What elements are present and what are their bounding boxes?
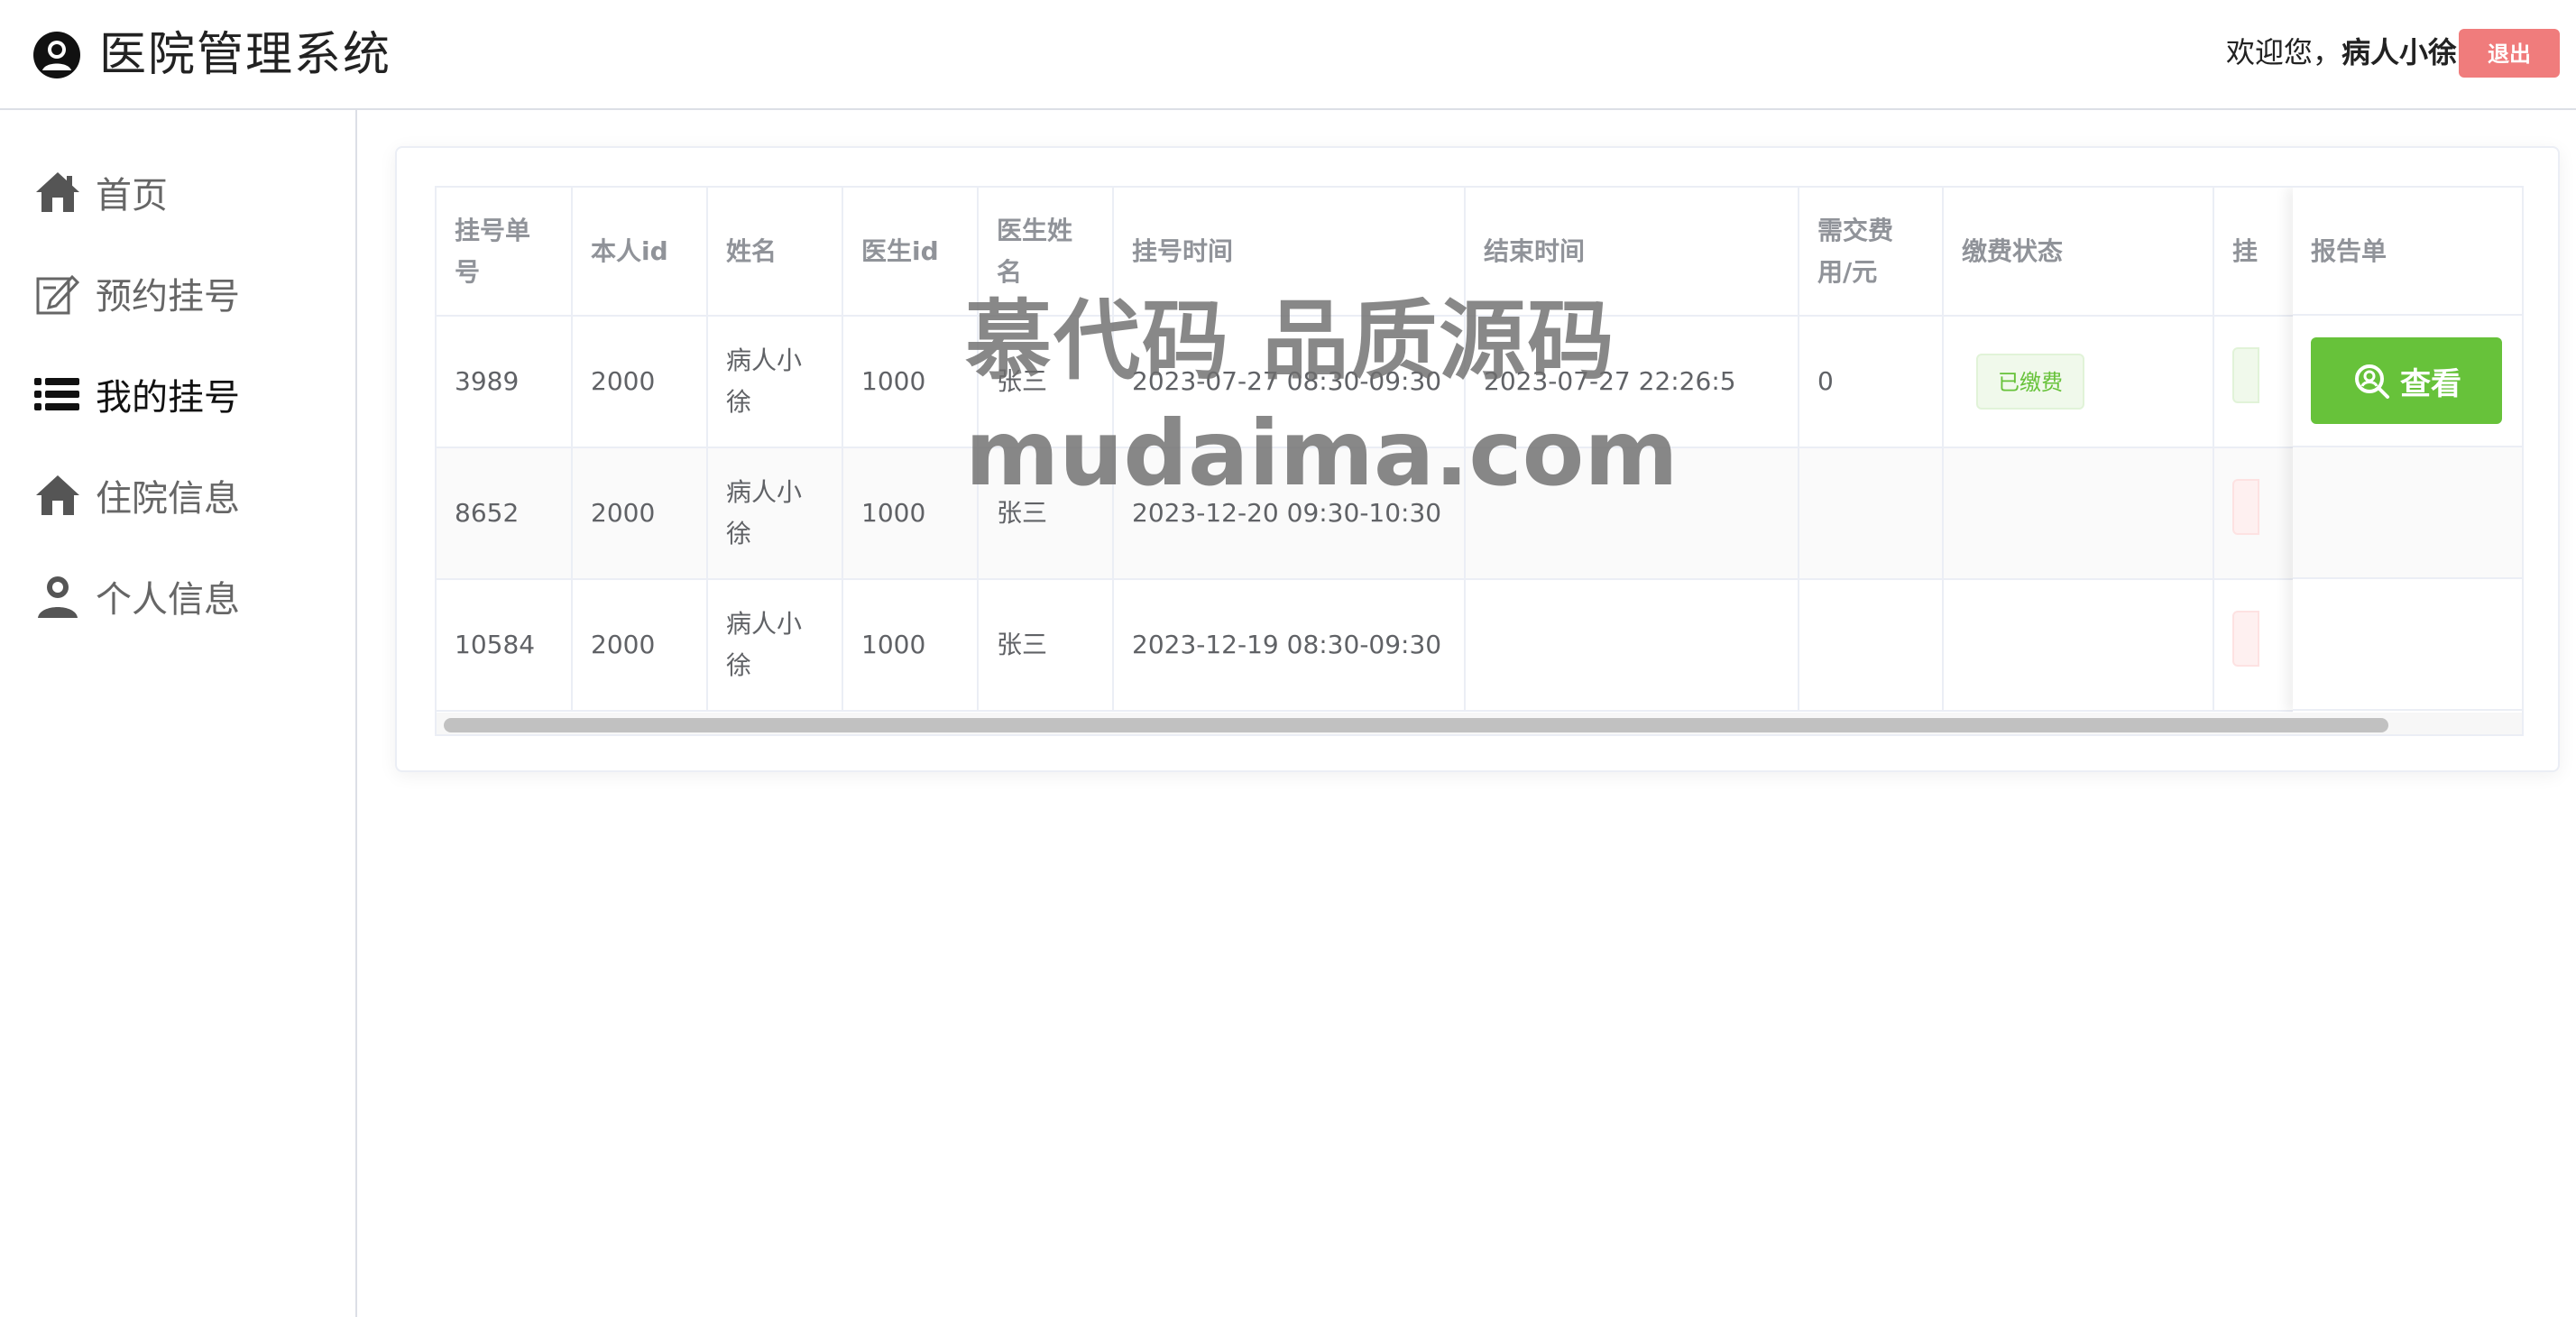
cell-fee [1799, 447, 1944, 580]
column-header: 缴费状态 [1943, 188, 2214, 317]
cell-reg-time: 2023-12-19 08:30-09:30 [1113, 579, 1466, 712]
sidebar: 首页 预约挂号 我的挂号 住院信息 个人信息 [0, 110, 357, 1317]
cell-doctor-name: 张三 [978, 447, 1114, 580]
search-doctor-icon [2355, 364, 2389, 399]
cell-name: 病人小徐 [707, 447, 843, 580]
cell-self-id: 2000 [572, 579, 708, 712]
cell-self-id: 2000 [572, 447, 708, 580]
sidebar-item-label: 预约挂号 [96, 276, 240, 318]
cell-name: 病人小徐 [707, 316, 843, 448]
cell-self-id: 2000 [572, 316, 708, 448]
cell-end-time [1465, 447, 1799, 580]
logout-button[interactable]: 退出 [2459, 29, 2560, 78]
cell-name: 病人小徐 [707, 579, 843, 712]
cell-end-time: 2023-07-27 22:26:5 [1465, 316, 1799, 448]
sidebar-item-appointment[interactable]: 预约挂号 [32, 262, 240, 325]
house-icon [36, 475, 79, 515]
welcome-text: 欢迎您，病人小徐 [2226, 32, 2457, 72]
table-row: 3989 2000 病人小徐 1000 张三 2023-07-27 08:30-… [437, 316, 2522, 448]
cell-doctor-id: 1000 [842, 579, 979, 712]
scrollbar-thumb[interactable] [444, 718, 2388, 732]
sidebar-item-profile[interactable]: 个人信息 [32, 565, 240, 628]
cell-doctor-name: 张三 [978, 316, 1114, 448]
cell-pay-status: 已缴费 [1943, 316, 2214, 448]
user-icon [38, 576, 78, 618]
view-report-button[interactable]: 查看 [2311, 337, 2502, 424]
column-header: 结束时间 [1465, 188, 1799, 317]
cell-end-time [1465, 579, 1799, 712]
cell-id: 3989 [437, 316, 573, 448]
cell-reg-time: 2023-12-20 09:30-10:30 [1113, 447, 1466, 580]
cell-id: 10584 [437, 579, 573, 712]
report-cell: 查看 [2293, 316, 2522, 447]
column-header: 挂号时间 [1113, 188, 1466, 317]
column-header: 需交费用/元 [1799, 188, 1944, 317]
column-header: 医生姓名 [978, 188, 1114, 317]
reg-status-tag [2232, 347, 2259, 403]
cell-pay-status [1943, 447, 2214, 580]
cell-fee: 0 [1799, 316, 1944, 448]
sidebar-item-label: 我的挂号 [96, 377, 240, 419]
report-column: 报告单 查看 [2293, 188, 2522, 713]
report-cell [2293, 579, 2522, 711]
sidebar-item-home[interactable]: 首页 [32, 161, 168, 224]
table-header-row: 挂号单号 本人id 姓名 医生id 医生姓名 挂号时间 结束时间 需交费用/元 … [437, 188, 2522, 317]
reg-status-tag [2232, 611, 2259, 667]
doctor-logo-icon [33, 32, 80, 78]
column-header: 报告单 [2293, 188, 2522, 316]
report-cell [2293, 447, 2522, 579]
sidebar-item-label: 首页 [96, 175, 168, 216]
welcome-prefix: 欢迎您， [2225, 35, 2341, 69]
cell-reg-time: 2023-07-27 08:30-09:30 [1113, 316, 1466, 448]
horizontal-scrollbar[interactable] [437, 713, 2522, 734]
reg-status-tag [2232, 479, 2259, 535]
table-row: 10584 2000 病人小徐 1000 张三 2023-12-19 08:30… [437, 579, 2522, 712]
sidebar-item-my-registrations[interactable]: 我的挂号 [32, 363, 240, 426]
column-header: 姓名 [707, 188, 843, 317]
cell-fee [1799, 579, 1944, 712]
registration-table: 挂号单号 本人id 姓名 医生id 医生姓名 挂号时间 结束时间 需交费用/元 … [435, 186, 2524, 736]
app-title: 医院管理系统 [99, 28, 392, 82]
registration-card: 挂号单号 本人id 姓名 医生id 医生姓名 挂号时间 结束时间 需交费用/元 … [395, 146, 2560, 772]
cell-doctor-id: 1000 [842, 447, 979, 580]
table-row: 8652 2000 病人小徐 1000 张三 2023-12-20 09:30-… [437, 447, 2522, 580]
list-icon [34, 378, 79, 410]
sidebar-item-inpatient[interactable]: 住院信息 [32, 464, 240, 527]
top-header: 医院管理系统 欢迎您，病人小徐 退出 [0, 0, 2576, 110]
edit-icon [36, 274, 80, 315]
cell-doctor-id: 1000 [842, 316, 979, 448]
pay-status-tag: 已缴费 [1976, 354, 2084, 410]
column-header: 本人id [572, 188, 708, 317]
column-header: 挂号单号 [437, 188, 573, 317]
username: 病人小徐 [2341, 35, 2457, 69]
cell-pay-status [1943, 579, 2214, 712]
sidebar-item-label: 住院信息 [96, 478, 240, 520]
column-header: 医生id [842, 188, 979, 317]
cell-id: 8652 [437, 447, 573, 580]
home-icon [36, 172, 79, 212]
cell-doctor-name: 张三 [978, 579, 1114, 712]
sidebar-item-label: 个人信息 [96, 579, 240, 621]
view-button-label: 查看 [2400, 365, 2461, 402]
